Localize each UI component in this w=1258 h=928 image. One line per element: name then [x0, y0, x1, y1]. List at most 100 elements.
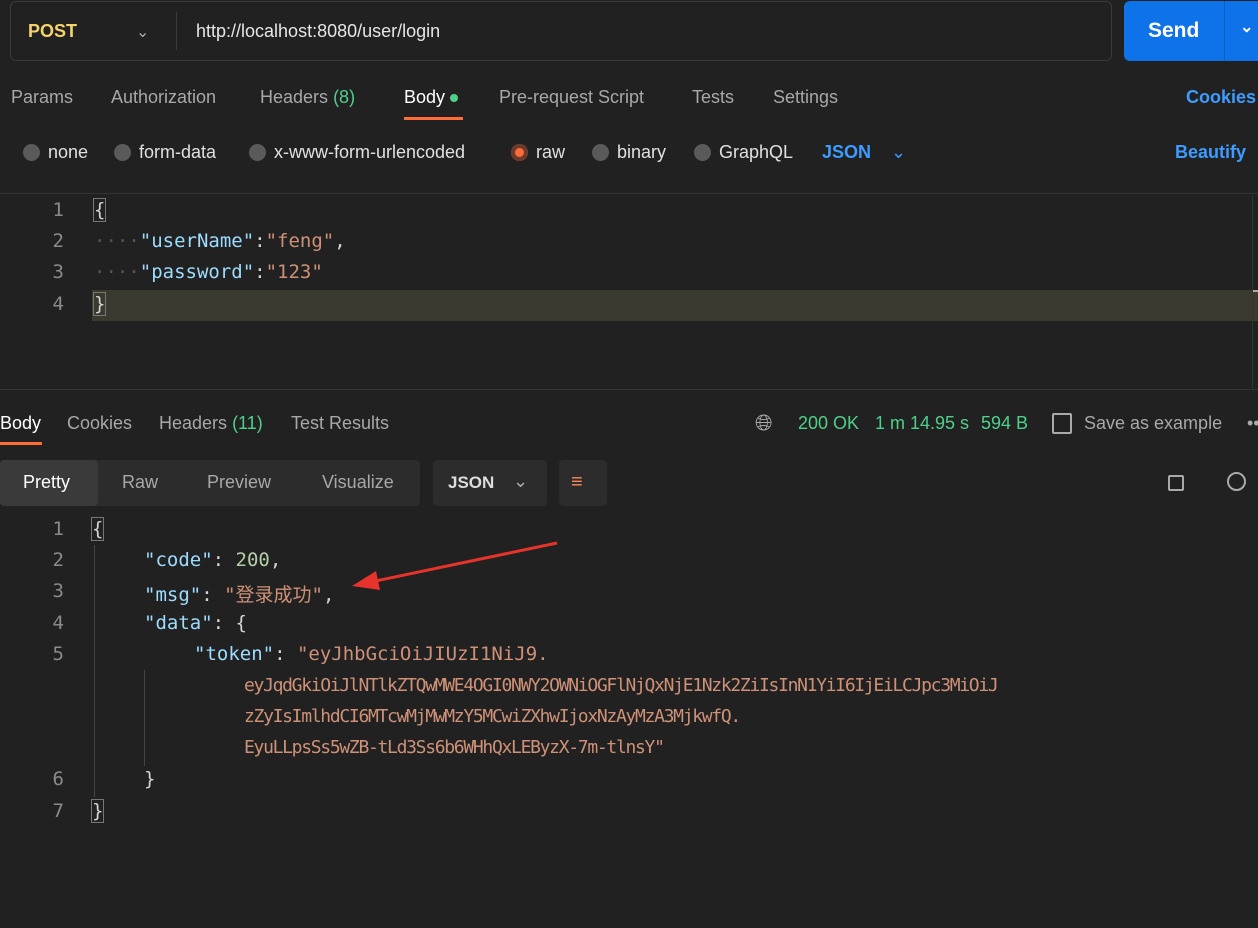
token-continuation: EyuLLpsSs5wZB-tLd3Ss6b6WHhQxLEByzX-7m-tl… [244, 737, 665, 758]
response-time[interactable]: 1 m 14.95 s [875, 413, 969, 434]
response-tab-body[interactable]: Body [0, 413, 41, 434]
copy-icon[interactable] [1168, 475, 1184, 491]
indent-guide [144, 670, 145, 766]
tab-headers[interactable]: Headers (8) [260, 87, 355, 108]
status-code[interactable]: 200 OK [798, 413, 859, 434]
line-number: 5 [52, 643, 64, 665]
divider [176, 12, 177, 50]
line-number: 7 [52, 800, 64, 822]
format-label: JSON [822, 142, 872, 162]
line-number: 3 [52, 580, 64, 602]
method-select[interactable]: POST [28, 21, 77, 42]
json-value: "登录成功" [224, 584, 323, 606]
token-continuation: zZyIsImlhdCI6MTcwMjMwMzY5MCwiZXhwIjoxNzA… [244, 706, 741, 727]
line-number: 4 [52, 612, 64, 634]
radio-raw[interactable]: raw [511, 142, 565, 163]
headers-count: (8) [333, 87, 356, 107]
save-icon[interactable] [1052, 413, 1072, 434]
radio-form-data[interactable]: form-data [114, 142, 216, 163]
radio-dot [249, 144, 266, 161]
code-line: ····"userName":"feng", [94, 230, 346, 252]
radio-x-www-form-urlencoded[interactable]: x-www-form-urlencoded [249, 142, 465, 163]
response-tab-headers[interactable]: Headers (11) [159, 413, 263, 434]
cookies-link[interactable]: Cookies [1186, 87, 1256, 108]
tab-body[interactable]: Body [404, 87, 459, 108]
json-key: "token" [194, 643, 275, 665]
tab-authorization[interactable]: Authorization [111, 87, 216, 108]
format-select[interactable]: JSON ⌄ [822, 142, 906, 163]
method-label: POST [28, 21, 78, 41]
json-value: "123" [265, 261, 323, 283]
json-value: 200 [235, 549, 270, 571]
response-tab-cookies[interactable]: Cookies [67, 413, 132, 434]
send-button[interactable]: Send ⌄ [1124, 1, 1258, 61]
json-key: "userName" [139, 230, 255, 252]
json-key: "msg" [144, 584, 202, 606]
line-number: 3 [52, 261, 64, 283]
url-input[interactable]: http://localhost:8080/user/login [196, 21, 440, 42]
indicator-dot [450, 94, 459, 103]
radio-label: form-data [139, 142, 217, 162]
response-tab-test-results[interactable]: Test Results [291, 413, 389, 434]
json-key: "password" [139, 261, 255, 283]
wrap-lines-button[interactable]: ≡ [559, 460, 607, 506]
wrap-icon: ≡ [571, 471, 583, 493]
brace: { [92, 198, 107, 222]
radio-none[interactable]: none [23, 142, 88, 163]
radio-graphql[interactable]: GraphQL [694, 142, 793, 163]
search-icon[interactable] [1227, 472, 1246, 491]
radio-dot [23, 144, 40, 161]
format-label: JSON [448, 473, 495, 492]
view-preview[interactable]: Preview [207, 472, 271, 493]
code-line: "code": 200, [144, 549, 282, 571]
scrollbar[interactable] [1252, 195, 1253, 388]
chevron-down-icon: ⌄ [513, 471, 529, 491]
line-number: 4 [52, 293, 64, 315]
radio-label: x-www-form-urlencoded [274, 142, 466, 162]
beautify-button[interactable]: Beautify [1175, 142, 1246, 163]
active-tab-indicator [0, 442, 42, 445]
more-icon[interactable]: •• [1247, 413, 1258, 434]
tab-label: Headers [260, 87, 329, 107]
radio-label: GraphQL [719, 142, 794, 162]
radio-dot [694, 144, 711, 161]
globe-icon[interactable]: 🌐︎ [755, 410, 773, 436]
tab-label: Body [404, 87, 446, 107]
tab-tests[interactable]: Tests [692, 87, 734, 108]
chevron-down-icon[interactable]: ⌄ [136, 22, 149, 42]
brace: { [90, 517, 105, 541]
line-number: 2 [52, 549, 64, 571]
token-continuation: eyJqdGkiOiJlNTlkZTQwMWE4OGI0NWY2OWNiOGFl… [244, 675, 999, 696]
line-number: 6 [52, 768, 64, 790]
radio-dot [592, 144, 609, 161]
brace: } [144, 768, 156, 790]
radio-dot-selected [511, 144, 528, 161]
code-line: "msg": "登录成功", [144, 584, 335, 606]
chevron-down-icon[interactable]: ⌄ [1240, 17, 1253, 37]
view-raw[interactable]: Raw [122, 472, 158, 493]
json-key: "code" [144, 549, 213, 571]
indent-guide [94, 545, 95, 797]
line-number: 2 [52, 230, 64, 252]
brace: } [92, 292, 107, 316]
tab-pre-request-script[interactable]: Pre-request Script [499, 87, 644, 108]
tab-params[interactable]: Params [11, 87, 73, 108]
response-format-select[interactable]: JSON ⌄ [433, 460, 547, 506]
view-label: Pretty [23, 472, 71, 492]
code-line: "token": "eyJhbGciOiJIUzI1NiJ9. [194, 643, 549, 665]
tab-settings[interactable]: Settings [773, 87, 838, 108]
line-number: 1 [52, 199, 64, 221]
send-label: Send [1148, 19, 1200, 42]
save-as-example-button[interactable]: Save as example [1084, 413, 1222, 434]
divider [1224, 1, 1225, 61]
json-key: "data" [144, 612, 213, 634]
response-size[interactable]: 594 B [981, 413, 1028, 434]
view-pretty[interactable]: Pretty [0, 460, 98, 506]
line-number: 1 [52, 518, 64, 540]
radio-label: raw [536, 142, 566, 162]
annotation-arrow-icon [352, 541, 558, 590]
radio-binary[interactable]: binary [592, 142, 666, 163]
view-visualize[interactable]: Visualize [322, 472, 394, 493]
active-tab-indicator [404, 117, 463, 120]
radio-label: binary [617, 142, 667, 162]
